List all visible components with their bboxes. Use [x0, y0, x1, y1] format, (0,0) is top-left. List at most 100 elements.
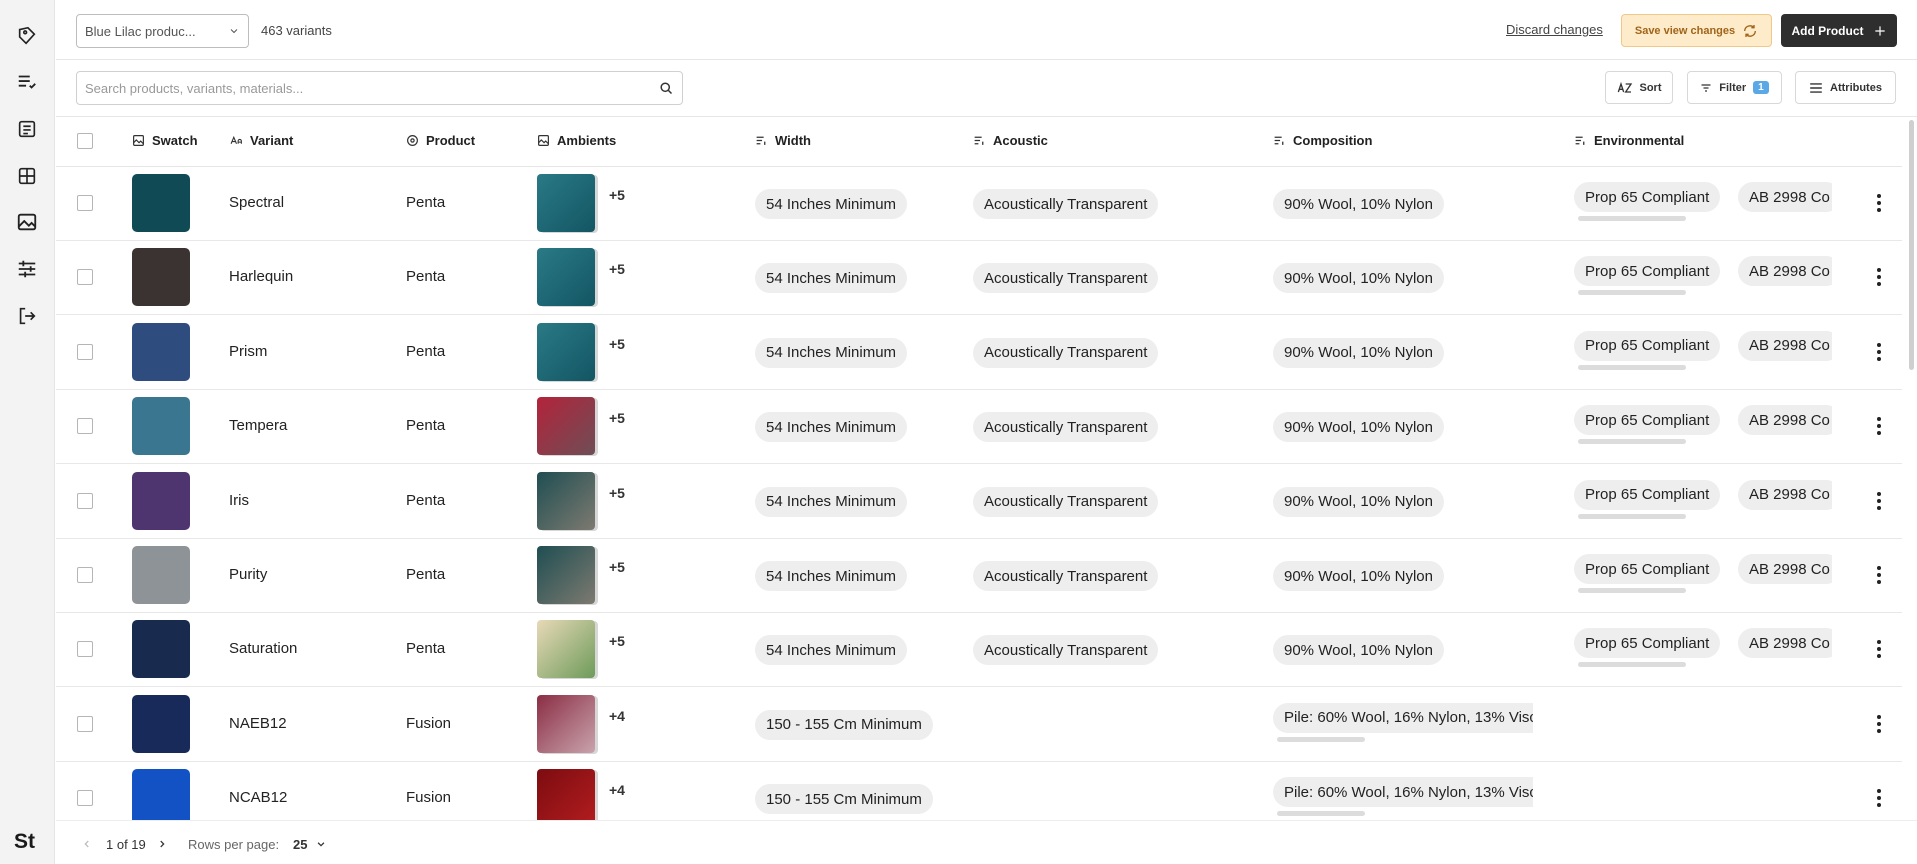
- ambient-more-count[interactable]: +4: [609, 782, 625, 798]
- row-menu-icon[interactable]: [1876, 194, 1882, 212]
- chevron-left-icon[interactable]: [82, 839, 92, 849]
- column-environmental[interactable]: Environmental: [1574, 133, 1684, 148]
- table-row[interactable]: Spectral Penta +5 54 Inches Minimum Acoustic…: [56, 167, 1902, 241]
- row-checkbox[interactable]: [77, 641, 93, 658]
- ambient-image[interactable]: [537, 546, 595, 604]
- column-swatch[interactable]: Swatch: [132, 133, 198, 148]
- ambient-image[interactable]: [537, 620, 595, 679]
- chip-scrollbar[interactable]: [1578, 439, 1686, 445]
- ambient-more-count[interactable]: +5: [609, 633, 625, 649]
- column-ambients[interactable]: Ambients: [537, 133, 616, 148]
- chip-scrollbar[interactable]: [1578, 216, 1686, 221]
- ambient-more-count[interactable]: +5: [609, 410, 625, 426]
- chevron-down-icon[interactable]: [316, 839, 326, 849]
- add-product-button[interactable]: Add Product: [1781, 14, 1897, 47]
- ambient-more-count[interactable]: +5: [609, 261, 625, 277]
- variant-name[interactable]: Prism: [229, 343, 267, 360]
- ambient-more-count[interactable]: +4: [609, 708, 625, 724]
- chip-scrollbar[interactable]: [1578, 588, 1686, 593]
- chip-scrollbar[interactable]: [1277, 811, 1365, 817]
- ambient-image[interactable]: [537, 248, 595, 307]
- row-menu-icon[interactable]: [1876, 566, 1882, 584]
- table-row[interactable]: Prism Penta +5 54 Inches Minimum Acousticall…: [56, 316, 1902, 390]
- swatch-image[interactable]: [132, 322, 190, 381]
- table-row[interactable]: NAEB12 Fusion +4 150 - 155 Cm Minimum Pile: …: [56, 688, 1902, 762]
- row-menu-icon[interactable]: [1876, 714, 1882, 733]
- row-checkbox[interactable]: [77, 492, 93, 509]
- table-row[interactable]: Purity Penta +5 54 Inches Minimum Acoustical…: [56, 539, 1902, 613]
- sidebar-sliders-icon[interactable]: [13, 255, 41, 283]
- row-checkbox[interactable]: [77, 418, 93, 435]
- row-menu-icon[interactable]: [1876, 789, 1882, 808]
- sidebar-document-icon[interactable]: [13, 115, 41, 143]
- row-checkbox[interactable]: [77, 715, 93, 732]
- variant-name[interactable]: Tempera: [229, 417, 287, 434]
- row-checkbox[interactable]: [77, 343, 93, 360]
- sort-button[interactable]: Sort: [1605, 71, 1673, 104]
- swatch-image[interactable]: [132, 174, 190, 232]
- chevron-right-icon[interactable]: [157, 839, 167, 849]
- ambient-image[interactable]: [537, 397, 595, 456]
- swatch-image[interactable]: [132, 397, 190, 456]
- product-name[interactable]: Penta: [406, 492, 445, 509]
- variant-name[interactable]: Saturation: [229, 640, 297, 657]
- column-width[interactable]: Width: [755, 133, 811, 148]
- row-menu-icon[interactable]: [1876, 640, 1882, 659]
- row-checkbox[interactable]: [77, 195, 93, 211]
- chip-scrollbar[interactable]: [1578, 662, 1686, 668]
- table-row[interactable]: Tempera Penta +5 54 Inches Minimum Acoustica…: [56, 390, 1902, 465]
- rows-per-page-value[interactable]: 25: [293, 837, 307, 852]
- row-menu-icon[interactable]: [1876, 342, 1882, 361]
- chip-scrollbar[interactable]: [1578, 513, 1686, 519]
- variant-name[interactable]: NAEB12: [229, 715, 287, 732]
- chip-scrollbar[interactable]: [1578, 364, 1686, 370]
- product-name[interactable]: Penta: [406, 640, 445, 657]
- row-checkbox[interactable]: [77, 790, 93, 807]
- variant-name[interactable]: Iris: [229, 492, 249, 509]
- swatch-image[interactable]: [132, 546, 190, 604]
- chip-scrollbar[interactable]: [1578, 290, 1686, 296]
- column-variant[interactable]: Variant: [230, 133, 293, 148]
- variant-name[interactable]: Spectral: [229, 194, 284, 211]
- product-name[interactable]: Penta: [406, 417, 445, 434]
- table-row[interactable]: Iris Penta +5 54 Inches Minimum Acoustically…: [56, 465, 1902, 539]
- row-checkbox[interactable]: [77, 567, 93, 583]
- product-name[interactable]: Penta: [406, 268, 445, 285]
- select-all-checkbox[interactable]: [77, 133, 93, 149]
- ambient-image[interactable]: [537, 769, 595, 820]
- row-menu-icon[interactable]: [1876, 491, 1882, 510]
- row-menu-icon[interactable]: [1876, 268, 1882, 287]
- swatch-image[interactable]: [132, 620, 190, 679]
- ambient-image[interactable]: [537, 694, 595, 753]
- ambient-image[interactable]: [537, 322, 595, 381]
- product-name[interactable]: Fusion: [406, 789, 451, 806]
- swatch-image[interactable]: [132, 769, 190, 820]
- save-view-button[interactable]: Save view changes: [1621, 14, 1772, 47]
- column-acoustic[interactable]: Acoustic: [973, 133, 1048, 148]
- attributes-button[interactable]: Attributes: [1795, 71, 1896, 104]
- ambient-more-count[interactable]: +5: [609, 187, 625, 203]
- search-icon[interactable]: [659, 81, 674, 96]
- row-menu-icon[interactable]: [1876, 417, 1882, 436]
- ambient-image[interactable]: [537, 174, 595, 232]
- ambient-image[interactable]: [537, 471, 595, 530]
- product-name[interactable]: Penta: [406, 566, 445, 583]
- product-name[interactable]: Fusion: [406, 715, 451, 732]
- ambient-more-count[interactable]: +5: [609, 485, 625, 501]
- sidebar-logout-icon[interactable]: [13, 302, 41, 330]
- discard-changes-link[interactable]: Discard changes: [1506, 22, 1603, 37]
- column-product[interactable]: Product: [406, 133, 475, 148]
- sidebar-tag-icon[interactable]: [13, 22, 41, 50]
- product-name[interactable]: Penta: [406, 194, 445, 211]
- variant-name[interactable]: Harlequin: [229, 268, 293, 285]
- column-composition[interactable]: Composition: [1273, 133, 1372, 148]
- swatch-image[interactable]: [132, 471, 190, 530]
- sidebar-image-icon[interactable]: [13, 208, 41, 236]
- swatch-image[interactable]: [132, 694, 190, 753]
- product-name[interactable]: Penta: [406, 343, 445, 360]
- ambient-more-count[interactable]: +5: [609, 336, 625, 352]
- row-checkbox[interactable]: [77, 269, 93, 286]
- table-row[interactable]: Harlequin Penta +5 54 Inches Minimum Acousti…: [56, 241, 1902, 316]
- sidebar-grid-icon[interactable]: [13, 162, 41, 190]
- variant-name[interactable]: NCAB12: [229, 789, 287, 806]
